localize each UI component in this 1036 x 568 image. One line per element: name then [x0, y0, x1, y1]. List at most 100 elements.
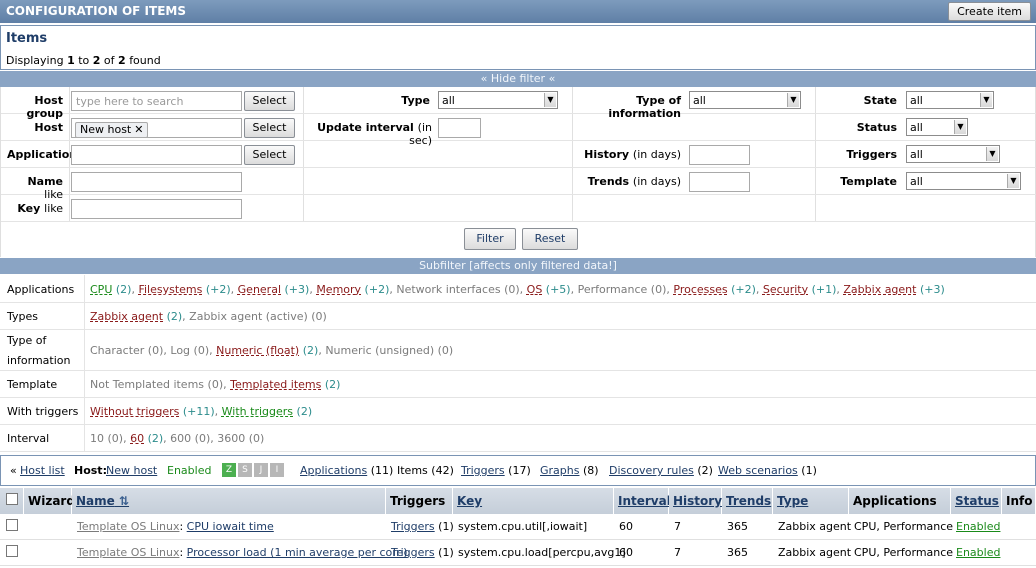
discovery-rules-nav[interactable]: Discovery rules (2) — [609, 464, 713, 477]
subfilter-option-name[interactable]: Numeric (float) — [216, 344, 299, 357]
subfilter-option[interactable]: Without triggers (+11) — [90, 405, 215, 418]
template-select[interactable]: all ▼ — [906, 172, 1021, 190]
history-header[interactable]: History — [669, 488, 722, 514]
row-checkbox[interactable] — [6, 519, 18, 531]
subfilter-option-count: (0) — [434, 344, 454, 357]
subfilter-option[interactable]: Zabbix agent (2) — [90, 310, 182, 323]
subfilter-option-name[interactable]: With triggers — [222, 405, 293, 418]
info-header: Info — [1002, 488, 1036, 514]
dropdown-arrow-icon: ▼ — [986, 147, 998, 161]
host-label: Host — [34, 121, 63, 134]
subfilter-option-name[interactable]: Zabbix agent — [843, 283, 916, 296]
item-history-cell: 7 — [674, 520, 681, 533]
subfilter-option-name[interactable]: Memory — [316, 283, 361, 296]
template-label: Template — [840, 175, 897, 188]
item-triggers-cell: Triggers (1) — [391, 520, 454, 533]
status-header[interactable]: Status — [951, 488, 1002, 514]
host-list-link[interactable]: Host list — [20, 464, 65, 477]
subfilter-option-count: (2) — [299, 344, 319, 357]
subfilter-option-name[interactable]: CPU — [90, 283, 112, 296]
type-of-information-select[interactable]: all ▼ — [689, 91, 801, 109]
host-group-select-button[interactable]: Select — [244, 91, 295, 111]
key-like-input[interactable] — [71, 199, 242, 219]
subfilter-option: Numeric (unsigned) (0) — [325, 344, 453, 357]
subfilter-option-name: Network interfaces — [396, 283, 501, 296]
subfilter-option[interactable]: General (+3) — [238, 283, 310, 296]
remove-tag-icon[interactable]: ✕ — [134, 123, 143, 136]
web-scenarios-nav[interactable]: Web scenarios (1) — [718, 464, 817, 477]
graphs-nav[interactable]: Graphs (8) — [540, 464, 599, 477]
interval-header[interactable]: Interval — [614, 488, 671, 514]
triggers-select[interactable]: all ▼ — [906, 145, 1000, 163]
table-row: Template OS Linux: CPU iowait time Trigg… — [0, 514, 1036, 540]
select-all-checkbox[interactable] — [6, 493, 18, 505]
subfilter-option-count: (+2) — [361, 283, 390, 296]
subfilter-option[interactable]: CPU (2) — [90, 283, 131, 296]
host-status: Enabled — [167, 464, 212, 477]
subfilter-option-name[interactable]: 60 — [130, 432, 144, 445]
application-input[interactable] — [71, 145, 242, 165]
subfilter-option-name[interactable]: General — [238, 283, 281, 296]
update-interval-input[interactable] — [438, 118, 481, 138]
trends-header[interactable]: Trends — [722, 488, 773, 514]
subfilter-row-types: Types Zabbix agent (2), Zabbix agent (ac… — [0, 303, 1036, 330]
trends-input[interactable] — [689, 172, 750, 192]
subfilter-option[interactable]: Numeric (float) (2) — [216, 344, 318, 357]
subfilter-option: 10 (0) — [90, 432, 123, 445]
create-item-button[interactable]: Create item — [948, 2, 1031, 21]
hide-filter-toggle[interactable]: «︎ Hide filter « — [0, 71, 1036, 87]
name-header[interactable]: Name ⇅ — [72, 488, 386, 514]
host-select-button[interactable]: Select — [244, 118, 295, 138]
subfilter-option[interactable]: With triggers (2) — [222, 405, 312, 418]
subfilter-option-count: (+2) — [202, 283, 231, 296]
subfilter-option[interactable]: 60 (2) — [130, 432, 163, 445]
applications-header: Applications — [849, 488, 951, 514]
subfilter-option[interactable]: Filesystems (+2) — [138, 283, 230, 296]
history-input[interactable] — [689, 145, 750, 165]
subfilter-option-name: Not Templated items — [90, 378, 205, 391]
subfilter-row-interval: Interval 10 (0), 60 (2), 600 (0), 3600 (… — [0, 425, 1036, 452]
triggers-header: Triggers — [386, 488, 453, 514]
type-select[interactable]: all ▼ — [438, 91, 558, 109]
item-status-cell[interactable]: Enabled — [952, 514, 1000, 540]
item-status-cell[interactable]: Enabled — [952, 540, 1000, 566]
reset-button[interactable]: Reset — [522, 228, 578, 250]
subfilter-with-triggers-list: Without triggers (+11), With triggers (2… — [90, 405, 313, 418]
subfilter-option[interactable]: Zabbix agent (+3) — [843, 283, 944, 296]
subfilter-option-count: (0) — [190, 344, 210, 357]
state-select[interactable]: all ▼ — [906, 91, 994, 109]
subfilter-option-name[interactable]: Processes — [673, 283, 727, 296]
subfilter-option-name[interactable]: Templated items — [230, 378, 321, 391]
application-select-button[interactable]: Select — [244, 145, 295, 165]
subfilter-option-count: (2) — [321, 378, 341, 391]
subfilter-option[interactable]: Security (+1) — [763, 283, 836, 296]
subfilter-option-name[interactable]: Without triggers — [90, 405, 179, 418]
subfilter-option[interactable]: OS (+5) — [527, 283, 571, 296]
name-like-input[interactable] — [71, 172, 242, 192]
row-checkbox[interactable] — [6, 545, 18, 557]
host-name-link[interactable]: New host — [106, 464, 157, 477]
subfilter-option-count: (+2) — [727, 283, 756, 296]
filter-button[interactable]: Filter — [464, 228, 516, 250]
state-label: State — [863, 94, 897, 107]
name-like-label: Name like — [27, 175, 63, 201]
triggers-nav[interactable]: Triggers (17) — [461, 464, 531, 477]
status-select[interactable]: all ▼ — [906, 118, 968, 136]
subfilter-option-name[interactable]: Security — [763, 283, 808, 296]
key-header[interactable]: Key — [453, 488, 614, 514]
item-key-cell: system.cpu.util[,iowait] — [458, 520, 588, 533]
subfilter-option-name[interactable]: OS — [527, 283, 543, 296]
item-trends-cell: 365 — [727, 546, 748, 559]
triggers-label: Triggers — [846, 148, 897, 161]
subfilter-option[interactable]: Processes (+2) — [673, 283, 756, 296]
host-group-input[interactable]: type here to search — [71, 91, 242, 111]
dropdown-arrow-icon: ▼ — [980, 93, 992, 107]
type-header[interactable]: Type — [773, 488, 849, 514]
subfilter-option-name[interactable]: Filesystems — [138, 283, 202, 296]
applications-nav[interactable]: Applications (11) — [300, 464, 393, 477]
host-group-label: Host group — [26, 94, 63, 120]
subfilter-option[interactable]: Templated items (2) — [230, 378, 340, 391]
subfilter-option-name[interactable]: Zabbix agent — [90, 310, 163, 323]
host-tag[interactable]: New host ✕ — [75, 122, 149, 138]
subfilter-option[interactable]: Memory (+2) — [316, 283, 389, 296]
